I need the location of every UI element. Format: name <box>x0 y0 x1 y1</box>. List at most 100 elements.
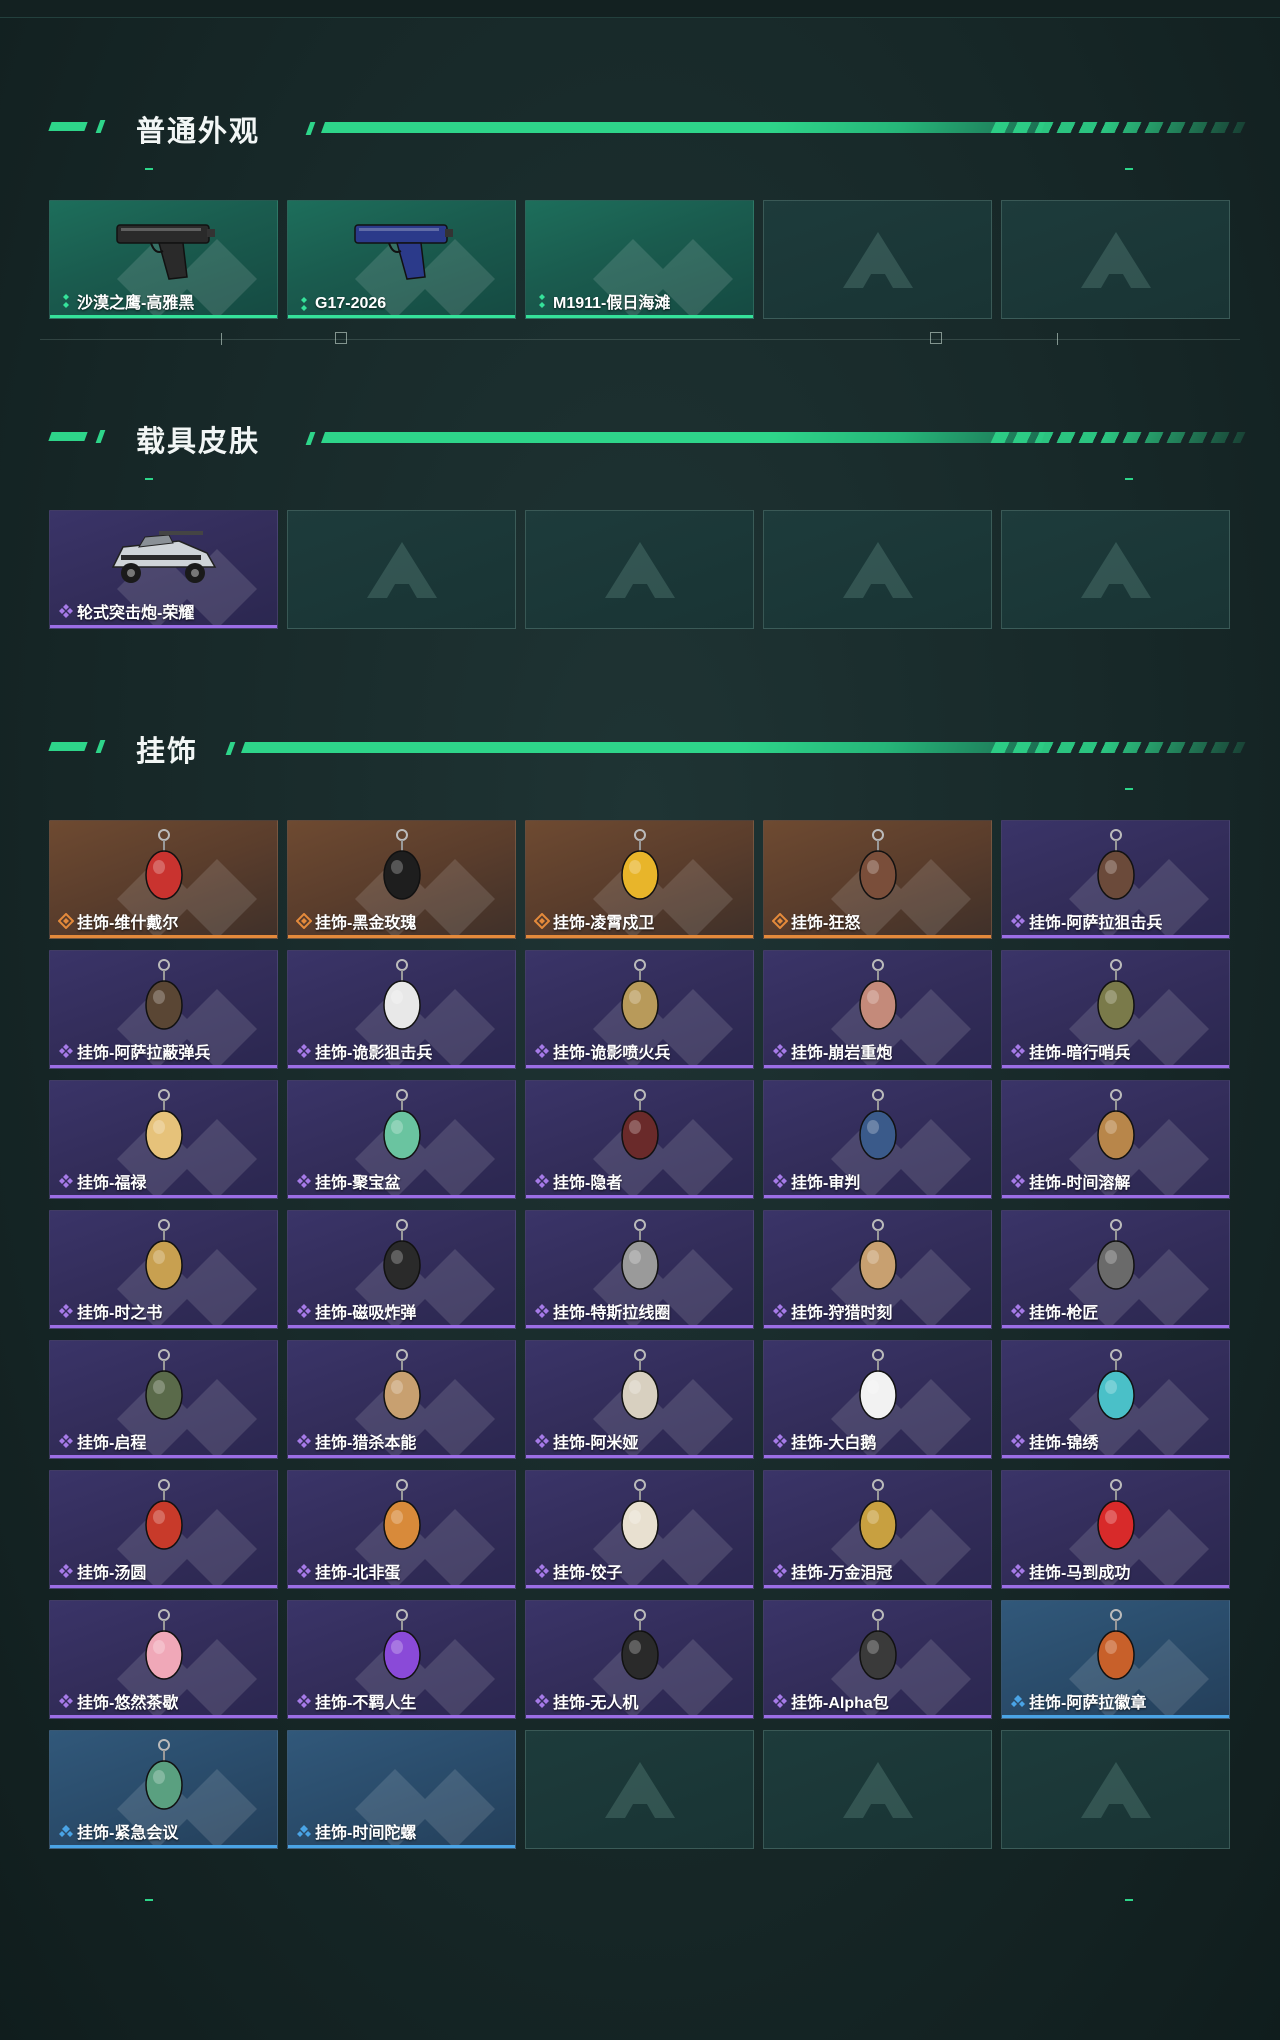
item-card[interactable]: 挂饰-狂怒 <box>763 820 992 939</box>
item-card[interactable]: 挂饰-枪匠 <box>1001 1210 1230 1329</box>
item-card[interactable]: 挂饰-阿萨拉徽章 <box>1001 1600 1230 1719</box>
item-name: 挂饰-锦绣 <box>1029 1435 1099 1452</box>
item-card[interactable]: 挂饰-暗行哨兵 <box>1001 950 1230 1069</box>
item-label: 挂饰-审判 <box>772 1169 860 1193</box>
item-card[interactable]: 挂饰-特斯拉线圈 <box>525 1210 754 1329</box>
rarity-icon <box>535 1694 549 1708</box>
item-card[interactable]: 挂饰-阿萨拉狙击兵 <box>1001 820 1230 939</box>
item-name: 挂饰-万金泪冠 <box>791 1565 893 1582</box>
item-card[interactable]: G17-2026 <box>287 200 516 319</box>
item-label: 挂饰-阿萨拉蔽弹兵 <box>58 1039 210 1063</box>
item-card[interactable]: 挂饰-时间溶解 <box>1001 1080 1230 1199</box>
item-card[interactable]: 挂饰-无人机 <box>525 1600 754 1719</box>
footer-underline <box>1125 1899 1133 1901</box>
charm-icon <box>620 1349 659 1420</box>
item-name: 挂饰-汤圆 <box>77 1565 147 1582</box>
header-tick <box>305 432 316 445</box>
pistol-icon <box>115 224 215 280</box>
empty-slot <box>763 200 992 319</box>
item-label: 挂饰-无人机 <box>534 1689 638 1713</box>
item-label: 挂饰-黑金玫瑰 <box>296 909 416 933</box>
item-name: 挂饰-启程 <box>77 1435 147 1452</box>
item-label: 挂饰-启程 <box>58 1429 146 1453</box>
item-card[interactable]: 挂饰-阿米娅 <box>525 1340 754 1459</box>
item-name: 挂饰-黑金玫瑰 <box>315 915 417 932</box>
item-name: 挂饰-崩岩重炮 <box>791 1045 893 1062</box>
empty-slot <box>525 510 754 629</box>
charm-icon <box>382 1609 421 1680</box>
item-name: 沙漠之鹰-高雅黑 <box>77 295 195 312</box>
item-card[interactable]: 挂饰-狩猎时刻 <box>763 1210 992 1329</box>
rarity-icon <box>773 1044 787 1058</box>
item-name: 挂饰-磁吸炸弹 <box>315 1305 417 1322</box>
header-bar <box>240 742 1046 753</box>
logo-watermark-icon <box>842 541 913 598</box>
item-name: 挂饰-诡影狙击兵 <box>315 1045 433 1062</box>
item-card[interactable]: 挂饰-万金泪冠 <box>763 1470 992 1589</box>
item-card[interactable]: 挂饰-聚宝盆 <box>287 1080 516 1199</box>
charm-icon <box>858 1089 897 1160</box>
item-name: 挂饰-阿萨拉蔽弹兵 <box>77 1045 211 1062</box>
item-card[interactable]: 挂饰-马到成功 <box>1001 1470 1230 1589</box>
item-card[interactable]: 挂饰-启程 <box>49 1340 278 1459</box>
item-card[interactable]: 挂饰-审判 <box>763 1080 992 1199</box>
item-card[interactable]: 挂饰-黑金玫瑰 <box>287 820 516 939</box>
item-card[interactable]: 挂饰-饺子 <box>525 1470 754 1589</box>
item-label: 挂饰-阿米娅 <box>534 1429 638 1453</box>
logo-watermark-icon <box>366 541 437 598</box>
item-card[interactable]: 挂饰-汤圆 <box>49 1470 278 1589</box>
item-label: G17-2026 <box>296 295 386 313</box>
item-name: 挂饰-暗行哨兵 <box>1029 1045 1131 1062</box>
item-card[interactable]: 挂饰-猎杀本能 <box>287 1340 516 1459</box>
item-card[interactable]: 挂饰-Alpha包 <box>763 1600 992 1719</box>
charm-icon <box>620 1089 659 1160</box>
item-card[interactable]: 挂饰-凌霄戍卫 <box>525 820 754 939</box>
item-card[interactable]: 挂饰-北非蛋 <box>287 1470 516 1589</box>
item-card[interactable]: 挂饰-紧急会议 <box>49 1730 278 1849</box>
item-label: 挂饰-凌霄戍卫 <box>534 909 654 933</box>
rarity-icon <box>539 294 545 308</box>
item-card[interactable]: 沙漠之鹰-高雅黑 <box>49 200 278 319</box>
item-card[interactable]: 挂饰-崩岩重炮 <box>763 950 992 1069</box>
item-card[interactable]: M1911-假日海滩 <box>525 200 754 319</box>
item-label: 挂饰-阿萨拉狙击兵 <box>1010 909 1162 933</box>
item-card[interactable]: 挂饰-时间陀螺 <box>287 1730 516 1849</box>
charm-icon <box>620 829 659 900</box>
item-label: 挂饰-阿萨拉徽章 <box>1010 1689 1146 1713</box>
item-name: 挂饰-Alpha包 <box>791 1695 889 1712</box>
item-card[interactable]: 挂饰-锦绣 <box>1001 1340 1230 1459</box>
header-underline <box>1125 168 1133 170</box>
charm-icon <box>1096 959 1135 1030</box>
item-name: 挂饰-不羁人生 <box>315 1695 417 1712</box>
header-dash <box>95 120 106 133</box>
header-bar <box>320 432 1046 443</box>
item-name: 挂饰-猎杀本能 <box>315 1435 417 1452</box>
item-card[interactable]: 挂饰-诡影狙击兵 <box>287 950 516 1069</box>
item-label: 挂饰-北非蛋 <box>296 1559 400 1583</box>
item-card[interactable]: 挂饰-时之书 <box>49 1210 278 1329</box>
item-name: 挂饰-聚宝盆 <box>315 1175 401 1192</box>
item-card[interactable]: 挂饰-磁吸炸弹 <box>287 1210 516 1329</box>
item-label: 挂饰-猎杀本能 <box>296 1429 416 1453</box>
section-header-vehicle: 载具皮肤 <box>48 418 1248 480</box>
item-card[interactable]: 挂饰-隐者 <box>525 1080 754 1199</box>
item-card[interactable]: 挂饰-福禄 <box>49 1080 278 1199</box>
rarity-icon <box>59 1694 73 1708</box>
item-name: 挂饰-紧急会议 <box>77 1825 179 1842</box>
item-label: 挂饰-隐者 <box>534 1169 622 1193</box>
item-card[interactable]: 挂饰-诡影喷火兵 <box>525 950 754 1069</box>
item-card[interactable]: 挂饰-悠然茶歇 <box>49 1600 278 1719</box>
item-card[interactable]: 挂饰-维什戴尔 <box>49 820 278 939</box>
item-name: 挂饰-凌霄戍卫 <box>553 915 655 932</box>
item-card[interactable]: 挂饰-大白鹅 <box>763 1340 992 1459</box>
item-name: 挂饰-北非蛋 <box>315 1565 401 1582</box>
item-card[interactable]: 挂饰-阿萨拉蔽弹兵 <box>49 950 278 1069</box>
item-card[interactable]: 轮式突击炮-荣耀 <box>49 510 278 629</box>
item-card[interactable]: 挂饰-不羁人生 <box>287 1600 516 1719</box>
item-name: 挂饰-时间溶解 <box>1029 1175 1131 1192</box>
rarity-icon <box>773 1564 787 1578</box>
item-label: 挂饰-时之书 <box>58 1299 162 1323</box>
item-label: 挂饰-特斯拉线圈 <box>534 1299 670 1323</box>
rarity-icon <box>59 1044 73 1058</box>
rarity-icon <box>1011 1174 1025 1188</box>
